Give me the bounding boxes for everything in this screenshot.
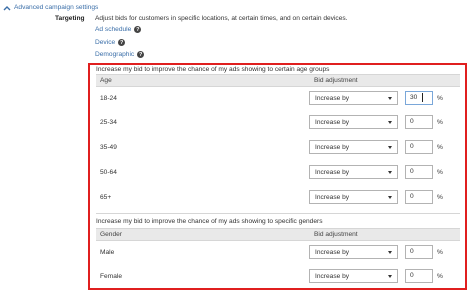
gender-table-header: Gender Bid adjustment (96, 228, 460, 241)
demographic-label: Demographic (95, 51, 135, 58)
bid-mode-value: Increase by (315, 95, 350, 102)
age-row-label: 65+ (100, 194, 112, 201)
gender-section-title: Increase my bid to improve the chance of… (96, 218, 323, 225)
dropdown-arrow-icon (388, 275, 392, 278)
percent-sign: % (437, 119, 443, 126)
dropdown-arrow-icon (388, 251, 392, 254)
bid-adjustment-column-header: Bid adjustment (314, 77, 358, 84)
percent-sign: % (437, 144, 443, 151)
age-row-label: 18-24 (100, 95, 117, 102)
gender-row-label: Female (100, 273, 122, 280)
gender-row-label: Male (100, 249, 115, 256)
dropdown-arrow-icon (388, 196, 392, 199)
section-divider (96, 213, 460, 214)
bid-mode-value: Increase by (315, 169, 350, 176)
bid-mode-select[interactable]: Increase by (309, 269, 398, 283)
device-link[interactable]: Device ? (95, 39, 126, 46)
bid-percent-input[interactable]: 0 (405, 269, 433, 283)
ad-schedule-label: Ad schedule (95, 26, 132, 33)
advanced-settings-label: Advanced campaign settings (14, 4, 99, 11)
percent-sign: % (437, 95, 443, 102)
age-row-label: 25-34 (100, 119, 117, 126)
age-section-title: Increase my bid to improve the chance of… (96, 66, 330, 73)
dropdown-arrow-icon (388, 171, 392, 174)
chevron-up-icon (3, 5, 11, 10)
age-column-header: Age (100, 77, 112, 84)
help-icon[interactable]: ? (134, 26, 142, 33)
ad-schedule-link[interactable]: Ad schedule ? (95, 26, 142, 33)
bid-percent-input[interactable]: 0 (405, 115, 433, 129)
bid-mode-select[interactable]: Increase by (309, 115, 398, 129)
bid-mode-value: Increase by (315, 249, 350, 256)
targeting-description: Adjust bids for customers in specific lo… (95, 15, 348, 22)
age-row-label: 35-49 (100, 144, 117, 151)
help-icon[interactable]: ? (118, 39, 126, 46)
percent-sign: % (437, 194, 443, 201)
demographic-bid-panel: Increase my bid to improve the chance of… (88, 63, 467, 290)
bid-percent-input[interactable]: 0 (405, 190, 433, 204)
bid-adjustment-column-header: Bid adjustment (314, 231, 358, 238)
dropdown-arrow-icon (388, 146, 392, 149)
text-cursor (422, 93, 423, 102)
age-row-label: 50-64 (100, 169, 117, 176)
percent-sign: % (437, 249, 443, 256)
bid-percent-input[interactable]: 0 (405, 140, 433, 154)
advanced-settings-toggle[interactable]: Advanced campaign settings (3, 4, 98, 11)
dropdown-arrow-icon (388, 97, 392, 100)
bid-mode-select[interactable]: Increase by (309, 245, 398, 259)
device-label: Device (95, 39, 116, 46)
dropdown-arrow-icon (388, 121, 392, 124)
targeting-label: Targeting (55, 15, 85, 22)
bid-mode-select[interactable]: Increase by (309, 190, 398, 204)
bid-percent-input[interactable]: 0 (405, 165, 433, 179)
bid-percent-input[interactable]: 30 (405, 91, 433, 105)
age-table-header: Age Bid adjustment (96, 74, 460, 87)
bid-mode-select[interactable]: Increase by (309, 91, 398, 105)
bid-mode-value: Increase by (315, 194, 350, 201)
percent-sign: % (437, 169, 443, 176)
bid-mode-value: Increase by (315, 144, 350, 151)
percent-sign: % (437, 273, 443, 280)
bid-mode-select[interactable]: Increase by (309, 165, 398, 179)
gender-column-header: Gender (100, 231, 122, 238)
bid-percent-input[interactable]: 0 (405, 245, 433, 259)
bid-mode-value: Increase by (315, 273, 350, 280)
bid-mode-value: Increase by (315, 119, 350, 126)
demographic-link[interactable]: Demographic ? (95, 51, 145, 58)
bid-mode-select[interactable]: Increase by (309, 140, 398, 154)
help-icon[interactable]: ? (137, 51, 145, 58)
